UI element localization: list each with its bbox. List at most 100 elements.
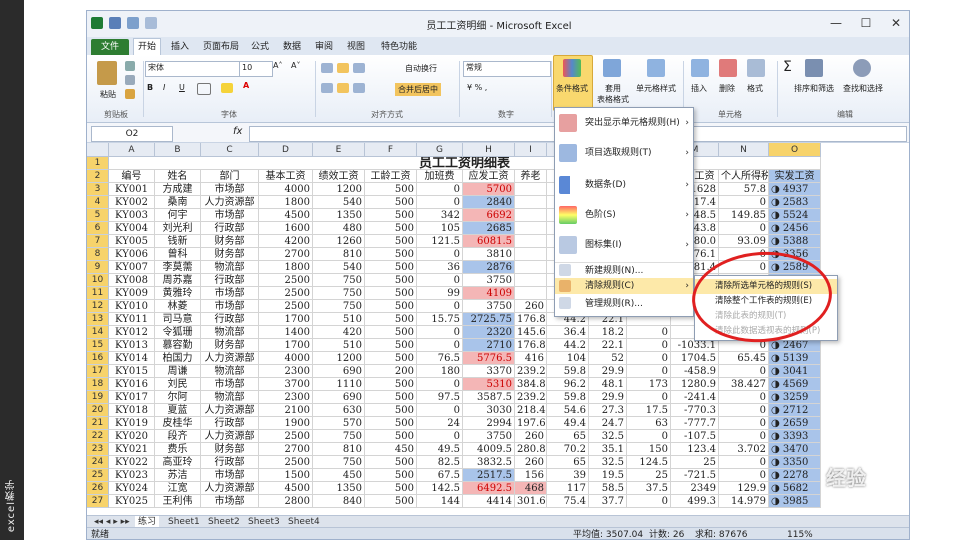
data-cell[interactable]: 22.1: [589, 339, 627, 352]
data-cell[interactable]: 59.8: [547, 391, 589, 404]
merge-center-button[interactable]: 合并后居中: [395, 83, 441, 96]
data-cell[interactable]: 200: [365, 365, 417, 378]
data-cell[interactable]: 540: [313, 261, 365, 274]
data-cell[interactable]: 260: [515, 456, 547, 469]
data-cell[interactable]: 4009.5: [463, 443, 515, 456]
data-cell[interactable]: 0: [417, 430, 463, 443]
data-cell[interactable]: 1600: [259, 222, 313, 235]
data-cell[interactable]: 0: [719, 456, 769, 469]
align-top-icon[interactable]: [321, 63, 333, 73]
data-cell[interactable]: 75.4: [547, 495, 589, 508]
column-header[interactable]: B: [155, 143, 201, 157]
data-cell[interactable]: 夏蓝: [155, 404, 201, 417]
data-cell[interactable]: 65.45: [719, 352, 769, 365]
data-cell[interactable]: 39: [547, 469, 589, 482]
data-cell[interactable]: 19.5: [589, 469, 627, 482]
tab-review[interactable]: 审阅: [311, 39, 337, 55]
data-cell[interactable]: 林菱: [155, 300, 201, 313]
data-cell[interactable]: 1704.5: [671, 352, 719, 365]
row-header[interactable]: 13: [87, 313, 109, 326]
row-header[interactable]: 4: [87, 196, 109, 209]
data-cell[interactable]: 2500: [259, 287, 313, 300]
data-cell[interactable]: 149.85: [719, 209, 769, 222]
data-cell[interactable]: 499.3: [671, 495, 719, 508]
net-pay-cell[interactable]: ◑ 3350: [769, 456, 821, 469]
data-cell[interactable]: 2710: [463, 339, 515, 352]
net-pay-cell[interactable]: ◑ 5388: [769, 235, 821, 248]
data-cell[interactable]: 4200: [259, 235, 313, 248]
align-left-icon[interactable]: [321, 83, 333, 93]
data-cell[interactable]: 3832.5: [463, 456, 515, 469]
data-cell[interactable]: 周苏嘉: [155, 274, 201, 287]
data-cell[interactable]: 行政部: [201, 274, 259, 287]
wrap-text-button[interactable]: 自动换行: [405, 63, 437, 74]
data-cell[interactable]: 500: [365, 261, 417, 274]
data-cell[interactable]: KY021: [109, 443, 155, 456]
data-cell[interactable]: 124.5: [627, 456, 671, 469]
data-cell[interactable]: KY011: [109, 313, 155, 326]
data-cell[interactable]: 750: [313, 456, 365, 469]
data-cell[interactable]: 0: [719, 365, 769, 378]
data-cell[interactable]: 500: [365, 482, 417, 495]
data-cell[interactable]: 500: [365, 196, 417, 209]
menu-item-color-scales[interactable]: 色阶(S) ›: [555, 204, 693, 226]
data-cell[interactable]: KY025: [109, 495, 155, 508]
data-cell[interactable]: 57.8: [719, 183, 769, 196]
data-cell[interactable]: 76.5: [417, 352, 463, 365]
grow-font-icon[interactable]: A˄: [273, 61, 282, 70]
data-cell[interactable]: 49.5: [417, 443, 463, 456]
table-format-button[interactable]: 套用 表格格式: [595, 83, 631, 105]
data-cell[interactable]: 129.9: [719, 482, 769, 495]
minimize-button[interactable]: —: [821, 14, 851, 32]
data-cell[interactable]: 1200: [313, 352, 365, 365]
data-cell[interactable]: 2725.75: [463, 313, 515, 326]
data-cell[interactable]: 500: [365, 378, 417, 391]
font-size-select[interactable]: 10: [239, 61, 273, 77]
data-cell[interactable]: 500: [365, 183, 417, 196]
close-button[interactable]: ✕: [881, 14, 909, 32]
header-cell[interactable]: 个人所得税: [719, 170, 769, 183]
data-cell[interactable]: 3370: [463, 365, 515, 378]
data-cell[interactable]: 18.2: [589, 326, 627, 339]
data-cell[interactable]: 500: [365, 469, 417, 482]
data-cell[interactable]: 钱新: [155, 235, 201, 248]
row-header[interactable]: 5: [87, 209, 109, 222]
row-header[interactable]: 18: [87, 378, 109, 391]
data-cell[interactable]: 32.5: [589, 430, 627, 443]
net-pay-cell[interactable]: ◑ 5524: [769, 209, 821, 222]
find-select-button[interactable]: 查找和选择: [839, 83, 887, 94]
data-cell[interactable]: 0: [719, 404, 769, 417]
fx-icon[interactable]: fx: [233, 126, 242, 137]
data-cell[interactable]: 市场部: [201, 495, 259, 508]
data-cell[interactable]: 384.8: [515, 378, 547, 391]
row-header[interactable]: 21: [87, 417, 109, 430]
font-color-icon[interactable]: A: [243, 81, 249, 90]
data-cell[interactable]: 2100: [259, 404, 313, 417]
currency-icon[interactable]: ¥ % ,: [467, 83, 487, 92]
data-cell[interactable]: 1110: [313, 378, 365, 391]
data-cell[interactable]: 方成建: [155, 183, 201, 196]
data-cell[interactable]: 1700: [259, 313, 313, 326]
data-cell[interactable]: 6492.5: [463, 482, 515, 495]
data-cell[interactable]: 500: [365, 235, 417, 248]
data-cell[interactable]: 173: [627, 378, 671, 391]
data-cell[interactable]: 0: [627, 391, 671, 404]
data-cell[interactable]: [515, 235, 547, 248]
header-cell[interactable]: 姓名: [155, 170, 201, 183]
menu-item-highlight-rules[interactable]: 突出显示单元格规则(H) ›: [555, 112, 693, 134]
data-cell[interactable]: KY013: [109, 339, 155, 352]
tab-view[interactable]: 视图: [343, 39, 369, 55]
data-cell[interactable]: 93.09: [719, 235, 769, 248]
data-cell[interactable]: 2500: [259, 456, 313, 469]
data-cell[interactable]: KY022: [109, 456, 155, 469]
data-cell[interactable]: 司马意: [155, 313, 201, 326]
data-cell[interactable]: 15.75: [417, 313, 463, 326]
data-cell[interactable]: 0: [417, 339, 463, 352]
net-pay-cell[interactable]: ◑ 3041: [769, 365, 821, 378]
italic-icon[interactable]: I: [163, 83, 165, 92]
align-center-icon[interactable]: [337, 83, 349, 93]
column-header[interactable]: I: [515, 143, 547, 157]
data-cell[interactable]: 0: [627, 326, 671, 339]
border-icon[interactable]: [197, 83, 211, 95]
data-cell[interactable]: 2300: [259, 391, 313, 404]
